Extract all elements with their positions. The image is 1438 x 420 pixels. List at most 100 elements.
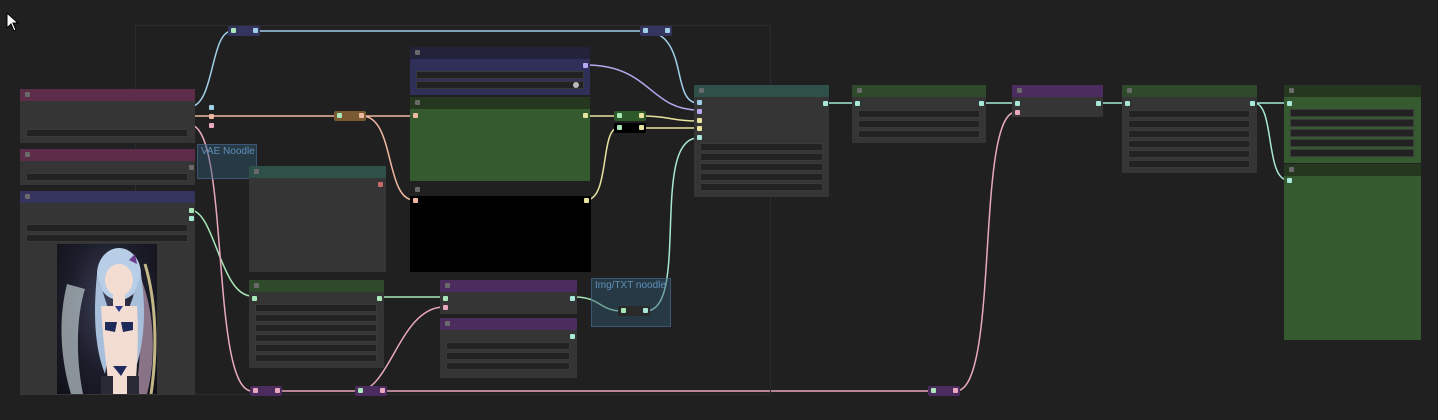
input-port[interactable]	[855, 101, 860, 106]
output-port[interactable]	[377, 296, 382, 301]
collapse-dot-icon[interactable]	[415, 100, 420, 105]
input-port[interactable]	[1015, 101, 1020, 106]
output-port[interactable]	[209, 114, 214, 119]
output-port[interactable]	[639, 125, 644, 130]
collapse-dot-icon[interactable]	[1017, 88, 1022, 93]
input-port[interactable]	[1125, 101, 1130, 106]
input-port[interactable]	[252, 296, 257, 301]
input-port[interactable]	[617, 125, 622, 130]
param-widget[interactable]	[1290, 149, 1414, 157]
param-widget[interactable]	[1128, 140, 1250, 148]
reroute-bottom-2[interactable]	[355, 386, 387, 396]
seed-widget[interactable]	[700, 143, 823, 151]
output-port[interactable]	[253, 28, 258, 33]
param-widget[interactable]	[255, 354, 377, 362]
slider-widget[interactable]	[416, 81, 584, 89]
output-port[interactable]	[583, 63, 588, 68]
param-widget[interactable]	[446, 362, 570, 370]
output-port[interactable]	[570, 334, 575, 339]
vae-loader-node[interactable]	[249, 166, 386, 272]
upscale-node[interactable]	[249, 280, 384, 368]
collapse-dot-icon[interactable]	[254, 283, 259, 288]
param-widget[interactable]	[1290, 109, 1414, 117]
collapse-dot-icon[interactable]	[415, 50, 420, 55]
output-port[interactable]	[584, 198, 589, 203]
output-port[interactable]	[583, 113, 588, 118]
input-port[interactable]	[413, 198, 418, 203]
cfg-widget[interactable]	[700, 163, 823, 171]
reroute-bottom-1[interactable]	[250, 386, 282, 396]
input-port[interactable]	[231, 28, 236, 33]
upscale-model-node[interactable]	[1284, 85, 1421, 163]
decode-node[interactable]	[1012, 85, 1103, 117]
param-widget[interactable]	[1128, 160, 1250, 168]
negative-prompt-node[interactable]	[410, 184, 591, 272]
output-port[interactable]	[639, 113, 644, 118]
input-port[interactable]	[697, 109, 702, 114]
param-widget[interactable]	[255, 324, 377, 332]
output-port[interactable]	[570, 296, 575, 301]
node-graph-canvas[interactable]: VAE Noodle Img/TXT noodle	[0, 0, 1438, 420]
image-select-widget[interactable]	[26, 224, 188, 232]
output-port[interactable]	[275, 388, 280, 393]
collapse-dot-icon[interactable]	[25, 194, 30, 199]
preview-image-node[interactable]	[1284, 164, 1421, 340]
output-port[interactable]	[1250, 101, 1255, 106]
param-widget[interactable]	[1128, 130, 1250, 138]
param-widget[interactable]	[446, 342, 570, 350]
input-port[interactable]	[621, 308, 626, 313]
param-widget[interactable]	[446, 352, 570, 360]
input-port[interactable]	[443, 305, 448, 310]
collapse-dot-icon[interactable]	[445, 283, 450, 288]
reroute-top-right[interactable]	[640, 26, 672, 36]
param-widget[interactable]	[1128, 120, 1250, 128]
ckpt-name-widget[interactable]	[26, 129, 188, 137]
checkpoint-loader-node[interactable]	[20, 89, 214, 143]
collapse-dot-icon[interactable]	[25, 152, 30, 157]
param-widget[interactable]	[858, 110, 980, 118]
output-port[interactable]	[189, 208, 194, 213]
collapse-dot-icon[interactable]	[1127, 88, 1132, 93]
input-port[interactable]	[413, 113, 418, 118]
input-port[interactable]	[697, 100, 702, 105]
param-widget[interactable]	[858, 120, 980, 128]
positive-prompt-node[interactable]	[410, 97, 590, 181]
collapse-dot-icon[interactable]	[445, 321, 450, 326]
input-port[interactable]	[358, 388, 363, 393]
slider-knob-icon[interactable]	[573, 82, 579, 88]
clip-text-encode-node[interactable]	[410, 47, 590, 95]
input-port[interactable]	[1287, 178, 1292, 183]
reroute-bottom-3[interactable]	[928, 386, 960, 396]
collapse-dot-icon[interactable]	[857, 88, 862, 93]
input-port[interactable]	[643, 28, 648, 33]
reroute-model[interactable]	[334, 111, 366, 121]
param-widget[interactable]	[858, 130, 980, 138]
output-port[interactable]	[189, 165, 194, 170]
reroute-top-left[interactable]	[228, 26, 260, 36]
input-port[interactable]	[1015, 110, 1020, 115]
output-port[interactable]	[665, 28, 670, 33]
collapse-dot-icon[interactable]	[25, 92, 30, 97]
param-widget[interactable]	[255, 304, 377, 312]
output-port[interactable]	[209, 105, 214, 110]
input-port[interactable]	[443, 296, 448, 301]
output-port[interactable]	[953, 388, 958, 393]
param-widget[interactable]	[255, 314, 377, 322]
img-txt-noodle-note[interactable]: Img/TXT noodle	[591, 278, 671, 327]
output-port[interactable]	[823, 101, 828, 106]
param-widget[interactable]	[255, 344, 377, 352]
output-port[interactable]	[189, 216, 194, 221]
param-widget[interactable]	[1290, 119, 1414, 127]
input-port[interactable]	[617, 113, 622, 118]
image-process-node[interactable]	[1122, 85, 1257, 173]
ksampler-node[interactable]	[694, 85, 829, 197]
output-port[interactable]	[209, 123, 214, 128]
param-widget[interactable]	[1290, 129, 1414, 137]
collapse-dot-icon[interactable]	[1289, 167, 1294, 172]
output-port[interactable]	[979, 101, 984, 106]
output-port[interactable]	[380, 388, 385, 393]
param-widget[interactable]	[1128, 110, 1250, 118]
lora-widget[interactable]	[26, 173, 188, 181]
param-widget[interactable]	[1290, 139, 1414, 147]
image-scale-node[interactable]	[440, 318, 577, 378]
